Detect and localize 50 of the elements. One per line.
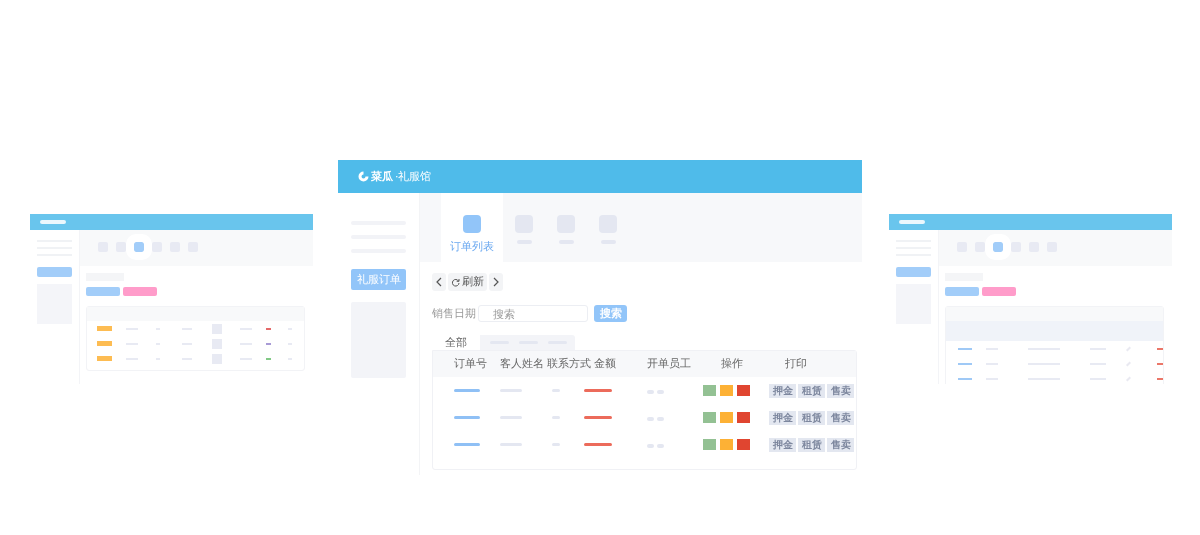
print-button[interactable]: 押金: [769, 437, 796, 452]
brand-name: 菜瓜: [371, 169, 393, 184]
app-title: ·礼服馆: [395, 169, 432, 184]
cell-placeholder: [454, 416, 480, 419]
column-header: 金额: [594, 357, 617, 371]
forward-button[interactable]: [489, 273, 503, 291]
column-header: 订单号: [454, 357, 488, 371]
cell-placeholder: [584, 389, 612, 392]
search-button[interactable]: 搜索: [594, 305, 627, 322]
menu-button[interactable]: 礼服订单: [351, 269, 406, 290]
column-header: 联系方式: [547, 357, 592, 371]
back-button[interactable]: [432, 273, 446, 291]
refresh-icon: [451, 277, 460, 287]
search-field[interactable]: 搜索: [478, 305, 588, 322]
column-header: 开单员工: [647, 357, 692, 371]
print-button[interactable]: 租赁: [798, 437, 825, 452]
cell-placeholder: [647, 443, 664, 448]
refresh-button[interactable]: 刷新: [448, 273, 487, 291]
action-button[interactable]: [703, 385, 716, 396]
cell-placeholder: [454, 389, 480, 392]
column-header: 打印: [785, 357, 808, 371]
action-button[interactable]: [703, 439, 716, 450]
tab[interactable]: 全部: [432, 335, 480, 350]
field-label: 销售日期: [432, 306, 477, 321]
print-button[interactable]: 售卖: [827, 410, 854, 425]
print-button[interactable]: 售卖: [827, 437, 854, 452]
action-button[interactable]: [703, 412, 716, 423]
column-header: 操作: [721, 357, 744, 371]
action-button[interactable]: [720, 439, 733, 450]
print-button[interactable]: 押金: [769, 410, 796, 425]
print-button[interactable]: 押金: [769, 383, 796, 398]
tab[interactable]: 订单列表: [441, 193, 503, 262]
action-button[interactable]: [737, 385, 750, 396]
logo-icon: [358, 171, 369, 182]
print-button[interactable]: 租赁: [798, 410, 825, 425]
cell-placeholder: [647, 389, 664, 394]
chevron-left-icon: [435, 277, 443, 287]
print-button[interactable]: 售卖: [827, 383, 854, 398]
action-button[interactable]: [720, 412, 733, 423]
chevron-right-icon: [492, 277, 500, 287]
cell-placeholder: [584, 416, 612, 419]
action-button[interactable]: [737, 412, 750, 423]
cell-placeholder: [584, 443, 612, 446]
action-button[interactable]: [737, 439, 750, 450]
print-button[interactable]: 租赁: [798, 383, 825, 398]
cell-placeholder: [454, 443, 480, 446]
action-button[interactable]: [720, 385, 733, 396]
column-header: 客人姓名: [500, 357, 545, 371]
cell-placeholder: [647, 416, 664, 421]
tab-icon: [463, 215, 481, 233]
